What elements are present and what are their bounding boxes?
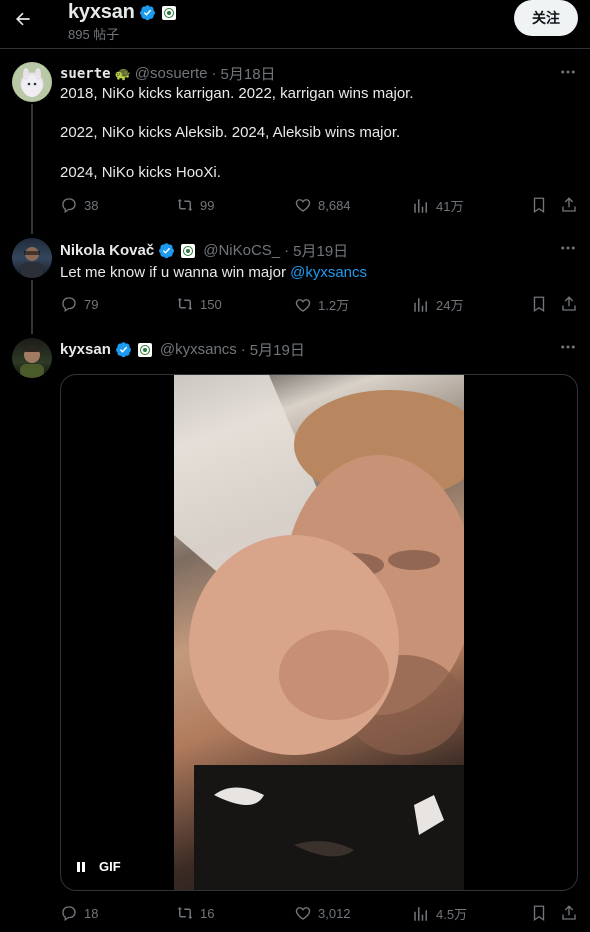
like-button[interactable]: 3,012 [294,904,351,922]
org-badge-icon [181,243,196,258]
post-text: Let me know if u wanna win major @kyxsan… [60,263,367,283]
post-meta: kyxsan @kyxsancs · 5月19日 [60,339,305,360]
follow-button[interactable]: 关注 [514,0,578,36]
like-count: 3,012 [318,905,351,921]
back-arrow-icon[interactable] [10,6,36,32]
more-icon[interactable] [558,337,578,357]
reply-button[interactable]: 79 [60,295,98,313]
repost-icon [177,199,193,211]
share-icon[interactable] [560,295,578,313]
share-icon[interactable] [560,904,578,922]
like-icon [295,199,311,212]
reply-button[interactable]: 18 [60,904,98,922]
pause-icon[interactable] [75,861,87,873]
repost-count: 99 [200,197,215,213]
post-actions: 79 150 1.2万 24万 [60,295,580,315]
views-icon [414,297,427,312]
post-meta: Nikola Kovač @NiKoCS_ · 5月19日 [60,240,348,261]
gif-frame[interactable] [174,375,464,890]
repost-count: 150 [200,296,222,312]
post-text-body: Let me know if u wanna win major [60,264,291,281]
views-icon [414,198,427,213]
verified-icon [139,5,155,21]
like-button[interactable]: 8,684 [294,196,351,214]
repost-button[interactable]: 99 [176,196,214,214]
thread-line [31,280,33,334]
bookmark-icon[interactable] [530,196,548,214]
thread-line [31,104,33,234]
like-count: 1.2万 [318,298,350,313]
like-icon [295,298,311,312]
bookmark-icon[interactable] [530,295,548,313]
post-date[interactable]: 5月19日 [293,240,348,261]
post-date[interactable]: 5月18日 [221,63,276,84]
author-handle[interactable]: @kyxsancs [160,341,237,358]
top-bar: kyxsan 895 帖子 关注 [0,0,590,49]
bookmark-icon[interactable] [530,904,548,922]
repost-icon [177,907,193,919]
org-badge-icon [161,5,176,20]
reply-count: 18 [84,905,99,921]
like-button[interactable]: 1.2万 [294,295,349,314]
views-count: 4.5万 [436,907,468,922]
author-name[interactable]: Nikola Kovač [60,242,154,259]
like-count: 8,684 [318,197,351,213]
separator: · [211,65,217,82]
reply-count: 38 [84,197,99,213]
author-handle[interactable]: @sosuerte [135,65,208,82]
post-actions: 18 16 3,012 4.5万 [60,904,580,924]
post-text-line: 2018, NiKo kicks karrigan. 2022, karriga… [60,85,414,102]
profile-name: kyxsan [68,1,135,23]
gif-badge: GIF [99,859,121,874]
post-actions: 38 99 8,684 41万 [60,196,580,216]
mention-link[interactable]: @kyxsancs [290,264,367,281]
views-icon [414,906,427,921]
reply-icon [62,198,76,214]
repost-count: 16 [200,905,215,921]
views-button[interactable]: 24万 [412,295,463,314]
post-meta: suerte 🐢 @sosuerte · 5月18日 [60,63,276,84]
more-icon[interactable] [558,238,578,258]
more-icon[interactable] [558,62,578,82]
avatar[interactable] [12,238,52,278]
post-text-line: 2022, NiKo kicks Aleksib. 2024, Aleksib … [60,124,401,141]
reply-icon [62,906,76,922]
gif-controls[interactable]: GIF [75,859,121,874]
author-name[interactable]: kyxsan [60,341,111,358]
separator: · [284,242,290,259]
separator: · [240,341,246,358]
views-count: 24万 [436,298,464,313]
profile-title: kyxsan [68,1,176,24]
reply-button[interactable]: 38 [60,196,98,214]
reply-count: 79 [84,296,99,312]
views-button[interactable]: 41万 [412,196,463,215]
gif-media[interactable]: GIF [60,374,578,891]
post-text-line: 2024, NiKo kicks HooXi. [60,164,221,181]
repost-button[interactable]: 16 [176,904,214,922]
share-icon[interactable] [560,196,578,214]
gif-image [174,375,464,890]
verified-icon [115,342,131,358]
verified-icon [159,243,175,259]
org-badge-icon [137,342,152,357]
turtle-emoji: 🐢 [114,65,131,81]
avatar[interactable] [12,62,52,102]
repost-icon [177,298,193,310]
post-date[interactable]: 5月19日 [250,339,305,360]
repost-button[interactable]: 150 [176,295,222,313]
author-handle[interactable]: @NiKoCS_ [203,242,280,259]
author-name[interactable]: suerte [60,66,111,82]
views-button[interactable]: 4.5万 [412,904,467,923]
like-icon [295,907,311,920]
reply-icon [62,297,76,313]
views-count: 41万 [436,199,464,214]
avatar[interactable] [12,338,52,378]
post-count: 895 帖子 [68,27,120,42]
